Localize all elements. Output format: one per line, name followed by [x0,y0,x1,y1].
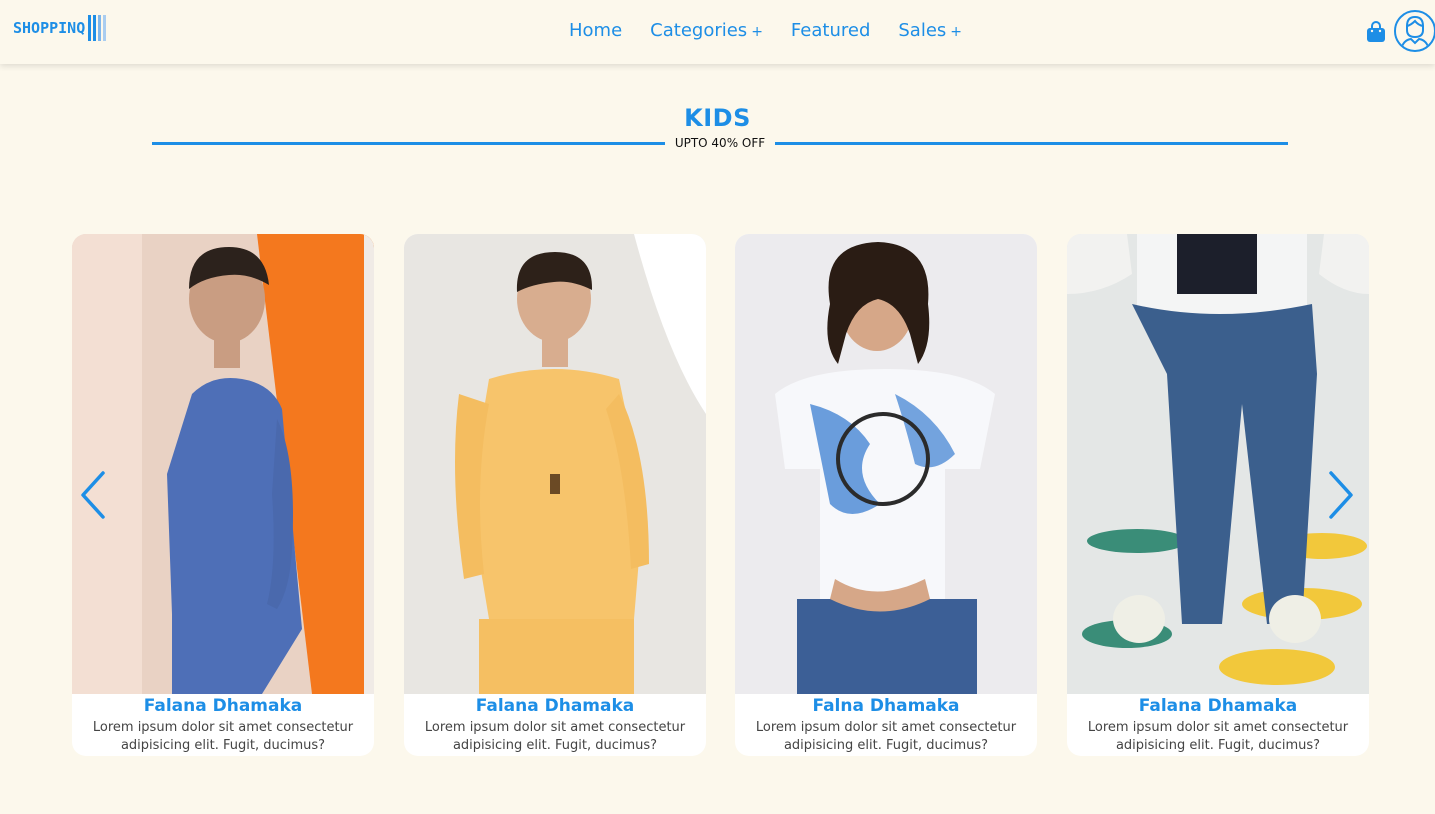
nav-categories[interactable]: Categories + [650,20,763,41]
brand-logo[interactable]: SHOPPINQ [13,14,107,42]
product-name[interactable]: Falana Dhamaka [1067,696,1369,716]
product-description: Lorem ipsum dolor sit amet consectetur a… [424,720,686,753]
product-image [1067,234,1369,694]
title-divider-right [775,142,1288,145]
nav-home[interactable]: Home [569,20,622,41]
product-image [72,234,374,694]
logo-bars-icon [88,14,107,42]
product-name[interactable]: Falana Dhamaka [404,696,706,716]
product-description: Lorem ipsum dolor sit amet consectetur a… [92,720,354,753]
nav-sales[interactable]: Sales + [898,20,962,41]
product-card[interactable]: Falna Dhamaka Lorem ipsum dolor sit amet… [735,234,1037,756]
product-card[interactable]: Falana Dhamaka Lorem ipsum dolor sit ame… [1067,234,1369,756]
main-nav: Home Categories + Featured Sales + [569,20,962,41]
title-divider-left [152,142,665,145]
product-image [735,234,1037,694]
nav-featured-label: Featured [790,20,871,41]
section-subtitle: UPTO 40% OFF [674,136,766,150]
plus-icon: + [751,24,763,40]
nav-sales-label: Sales [898,20,947,41]
plus-icon: + [950,24,963,40]
chevron-right-icon[interactable] [1326,470,1356,520]
nav-home-label: Home [569,20,623,41]
logo-text: SHOPPINQ [13,19,86,37]
product-description: Lorem ipsum dolor sit amet consectetur a… [1087,720,1349,753]
section-title: KIDS [684,104,751,132]
product-image [404,234,706,694]
shopping-bag-icon[interactable] [1366,21,1386,43]
product-name[interactable]: Falna Dhamaka [735,696,1037,716]
product-description: Lorem ipsum dolor sit amet consectetur a… [755,720,1017,753]
product-card[interactable]: Falana Dhamaka Lorem ipsum dolor sit ame… [404,234,706,756]
site-header: SHOPPINQ Home Categories + Featured Sales… [0,0,1435,64]
nav-categories-label: Categories [650,20,748,41]
chevron-left-icon[interactable] [78,470,108,520]
nav-featured[interactable]: Featured [791,20,870,41]
product-card[interactable]: Falana Dhamaka Lorem ipsum dolor sit ame… [72,234,374,756]
product-name[interactable]: Falana Dhamaka [72,696,374,716]
user-avatar-icon[interactable] [1394,10,1435,52]
